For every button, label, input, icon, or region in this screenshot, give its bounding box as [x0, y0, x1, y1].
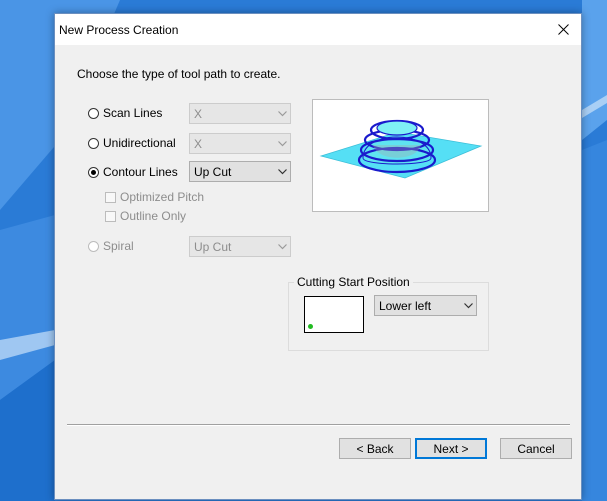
radio-contour-lines[interactable]: Contour Lines — [88, 165, 178, 179]
contour-lines-radio-button[interactable] — [88, 166, 99, 178]
contour-lines-cut-value: Up Cut — [194, 164, 232, 179]
title-bar: New Process Creation — [55, 14, 581, 45]
contour-toolpath-illustration — [319, 119, 483, 179]
scan-lines-direction-value: X — [194, 106, 203, 121]
footer-separator — [67, 424, 570, 426]
scan-lines-direction-select[interactable]: X — [189, 103, 291, 124]
unidirectional-label: Unidirectional — [103, 136, 176, 150]
cancel-button[interactable]: Cancel — [500, 438, 572, 459]
unidirectional-direction-select[interactable]: X — [189, 133, 291, 154]
spiral-radio-button[interactable] — [88, 240, 99, 252]
outline-only-label: Outline Only — [120, 209, 187, 223]
dialog-title: New Process Creation — [59, 23, 179, 37]
checkbox-outline-only[interactable]: Outline Only — [105, 209, 186, 223]
contour-lines-cut-select[interactable]: Up Cut — [189, 161, 291, 182]
optimized-pitch-checkbox[interactable] — [105, 191, 116, 203]
cutting-start-select[interactable]: Lower left — [374, 295, 477, 316]
chevron-down-icon — [274, 134, 290, 153]
radio-scan-lines[interactable]: Scan Lines — [88, 106, 162, 120]
next-button[interactable]: Next > — [415, 438, 487, 459]
start-position-preview — [304, 296, 364, 333]
spiral-cut-select[interactable]: Up Cut — [189, 236, 291, 257]
cutting-start-label: Cutting Start Position — [294, 275, 413, 289]
instruction-text: Choose the type of tool path to create. — [77, 67, 281, 81]
close-icon — [557, 24, 569, 35]
chevron-down-icon — [460, 296, 476, 315]
radio-spiral[interactable]: Spiral — [88, 239, 134, 253]
close-button[interactable] — [545, 14, 581, 45]
back-button[interactable]: < Back — [339, 438, 411, 459]
start-point-marker — [308, 324, 313, 329]
checkbox-optimized-pitch[interactable]: Optimized Pitch — [105, 190, 204, 204]
outline-only-checkbox[interactable] — [105, 210, 116, 222]
chevron-down-icon — [274, 237, 290, 256]
unidirectional-radio-button[interactable] — [88, 137, 99, 149]
spiral-cut-value: Up Cut — [194, 239, 232, 254]
cutting-start-group: Cutting Start Position Lower left — [288, 275, 489, 351]
scan-lines-label: Scan Lines — [103, 106, 163, 120]
new-process-dialog: New Process Creation Choose the type of … — [54, 13, 582, 500]
spiral-label: Spiral — [103, 239, 134, 253]
chevron-down-icon — [274, 162, 290, 181]
toolpath-preview — [312, 99, 489, 212]
cutting-start-value: Lower left — [379, 298, 432, 313]
unidirectional-direction-value: X — [194, 136, 203, 151]
scan-lines-radio-button[interactable] — [88, 107, 99, 119]
radio-unidirectional[interactable]: Unidirectional — [88, 136, 176, 150]
contour-lines-label: Contour Lines — [103, 165, 178, 179]
optimized-pitch-label: Optimized Pitch — [120, 190, 205, 204]
chevron-down-icon — [274, 104, 290, 123]
